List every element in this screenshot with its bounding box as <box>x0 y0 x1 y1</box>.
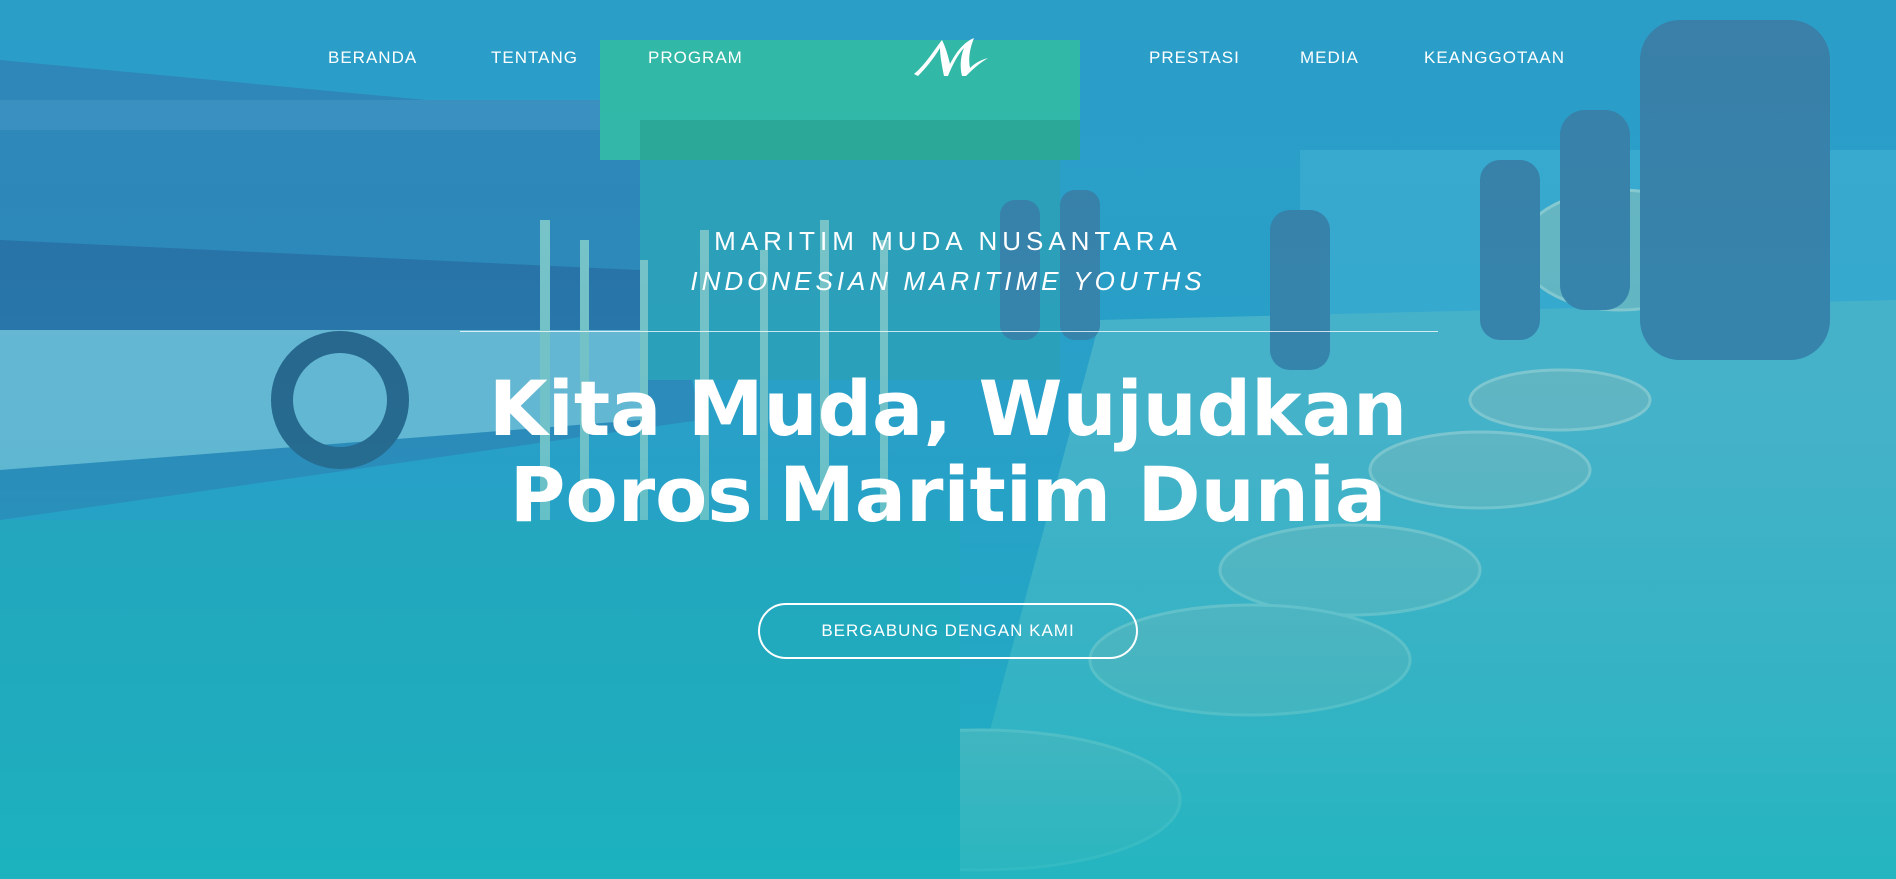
org-name-subtitle: INDONESIAN MARITIME YOUTHS <box>690 266 1206 296</box>
hero-headline: Kita Muda, Wujudkan Poros Maritim Dunia <box>0 366 1896 538</box>
nav-item-tentang[interactable]: TENTANG <box>491 48 578 68</box>
mmn-logo-icon[interactable] <box>912 34 990 78</box>
hero-section: BERANDA TENTANG PROGRAM PRESTASI MEDIA K… <box>0 0 1896 879</box>
nav-item-beranda[interactable]: BERANDA <box>328 48 417 68</box>
join-us-button[interactable]: BERGABUNG DENGAN KAMI <box>758 603 1138 659</box>
hero-headline-line2: Poros Maritim Dunia <box>509 450 1387 539</box>
nav-item-media[interactable]: MEDIA <box>1300 48 1359 68</box>
nav-item-keanggotaan[interactable]: KEANGGOTAAN <box>1424 48 1565 68</box>
nav-item-prestasi[interactable]: PRESTASI <box>1149 48 1240 68</box>
hero-divider <box>460 331 1438 332</box>
nav-item-program[interactable]: PROGRAM <box>648 48 743 68</box>
hero-headline-line1: Kita Muda, Wujudkan <box>488 364 1408 453</box>
org-name-title: MARITIM MUDA NUSANTARA <box>714 226 1182 256</box>
